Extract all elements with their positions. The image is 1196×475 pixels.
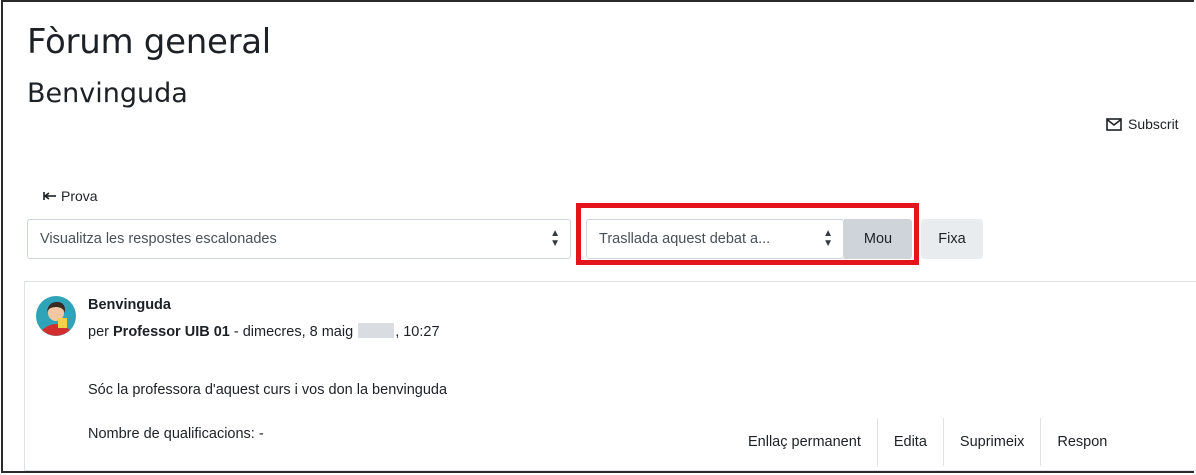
post-actions: Enllaç permanent Edita Suprimeix Respon xyxy=(732,418,1123,466)
post-author-link[interactable]: Professor UIB 01 xyxy=(113,324,230,340)
display-mode-select[interactable]: Visualitza les respostes escalonades ▲ ▼ xyxy=(27,219,571,259)
arrow-left-icon xyxy=(43,192,56,200)
post-date: - dimecres, 8 maig xyxy=(229,324,358,340)
post-ratings: Nombre de qualificacions: - xyxy=(88,426,264,442)
previous-discussion-label: Prova xyxy=(61,188,98,204)
envelope-icon xyxy=(1106,117,1122,131)
pin-button[interactable]: Fixa xyxy=(921,219,983,259)
post-meta: per Professor UIB 01 - dimecres, 8 maig … xyxy=(88,323,440,340)
permalink-action[interactable]: Enllaç permanent xyxy=(732,418,877,466)
post-time: , 10:27 xyxy=(395,324,440,340)
edit-action[interactable]: Edita xyxy=(876,418,943,466)
redacted-year xyxy=(358,323,395,338)
reply-action[interactable]: Respon xyxy=(1040,418,1123,466)
select-arrows-icon: ▲ ▼ xyxy=(550,228,560,249)
previous-discussion-link[interactable]: Prova xyxy=(43,188,98,204)
page-title: Fòrum general xyxy=(27,22,271,62)
post-body: Sóc la professora d'aquest curs i vos do… xyxy=(88,382,448,398)
user-avatar xyxy=(36,296,76,336)
subscribe-toggle[interactable]: Subscrit xyxy=(1106,116,1179,132)
display-mode-value: Visualitza les respostes escalonades xyxy=(40,231,277,247)
discussion-title: Benvinguda xyxy=(27,78,188,109)
post-meta-prefix: per xyxy=(88,324,109,340)
highlight-box xyxy=(576,203,919,265)
subscribe-label: Subscrit xyxy=(1128,116,1179,132)
delete-action[interactable]: Suprimeix xyxy=(942,418,1040,466)
post-subject: Benvinguda xyxy=(88,297,171,313)
